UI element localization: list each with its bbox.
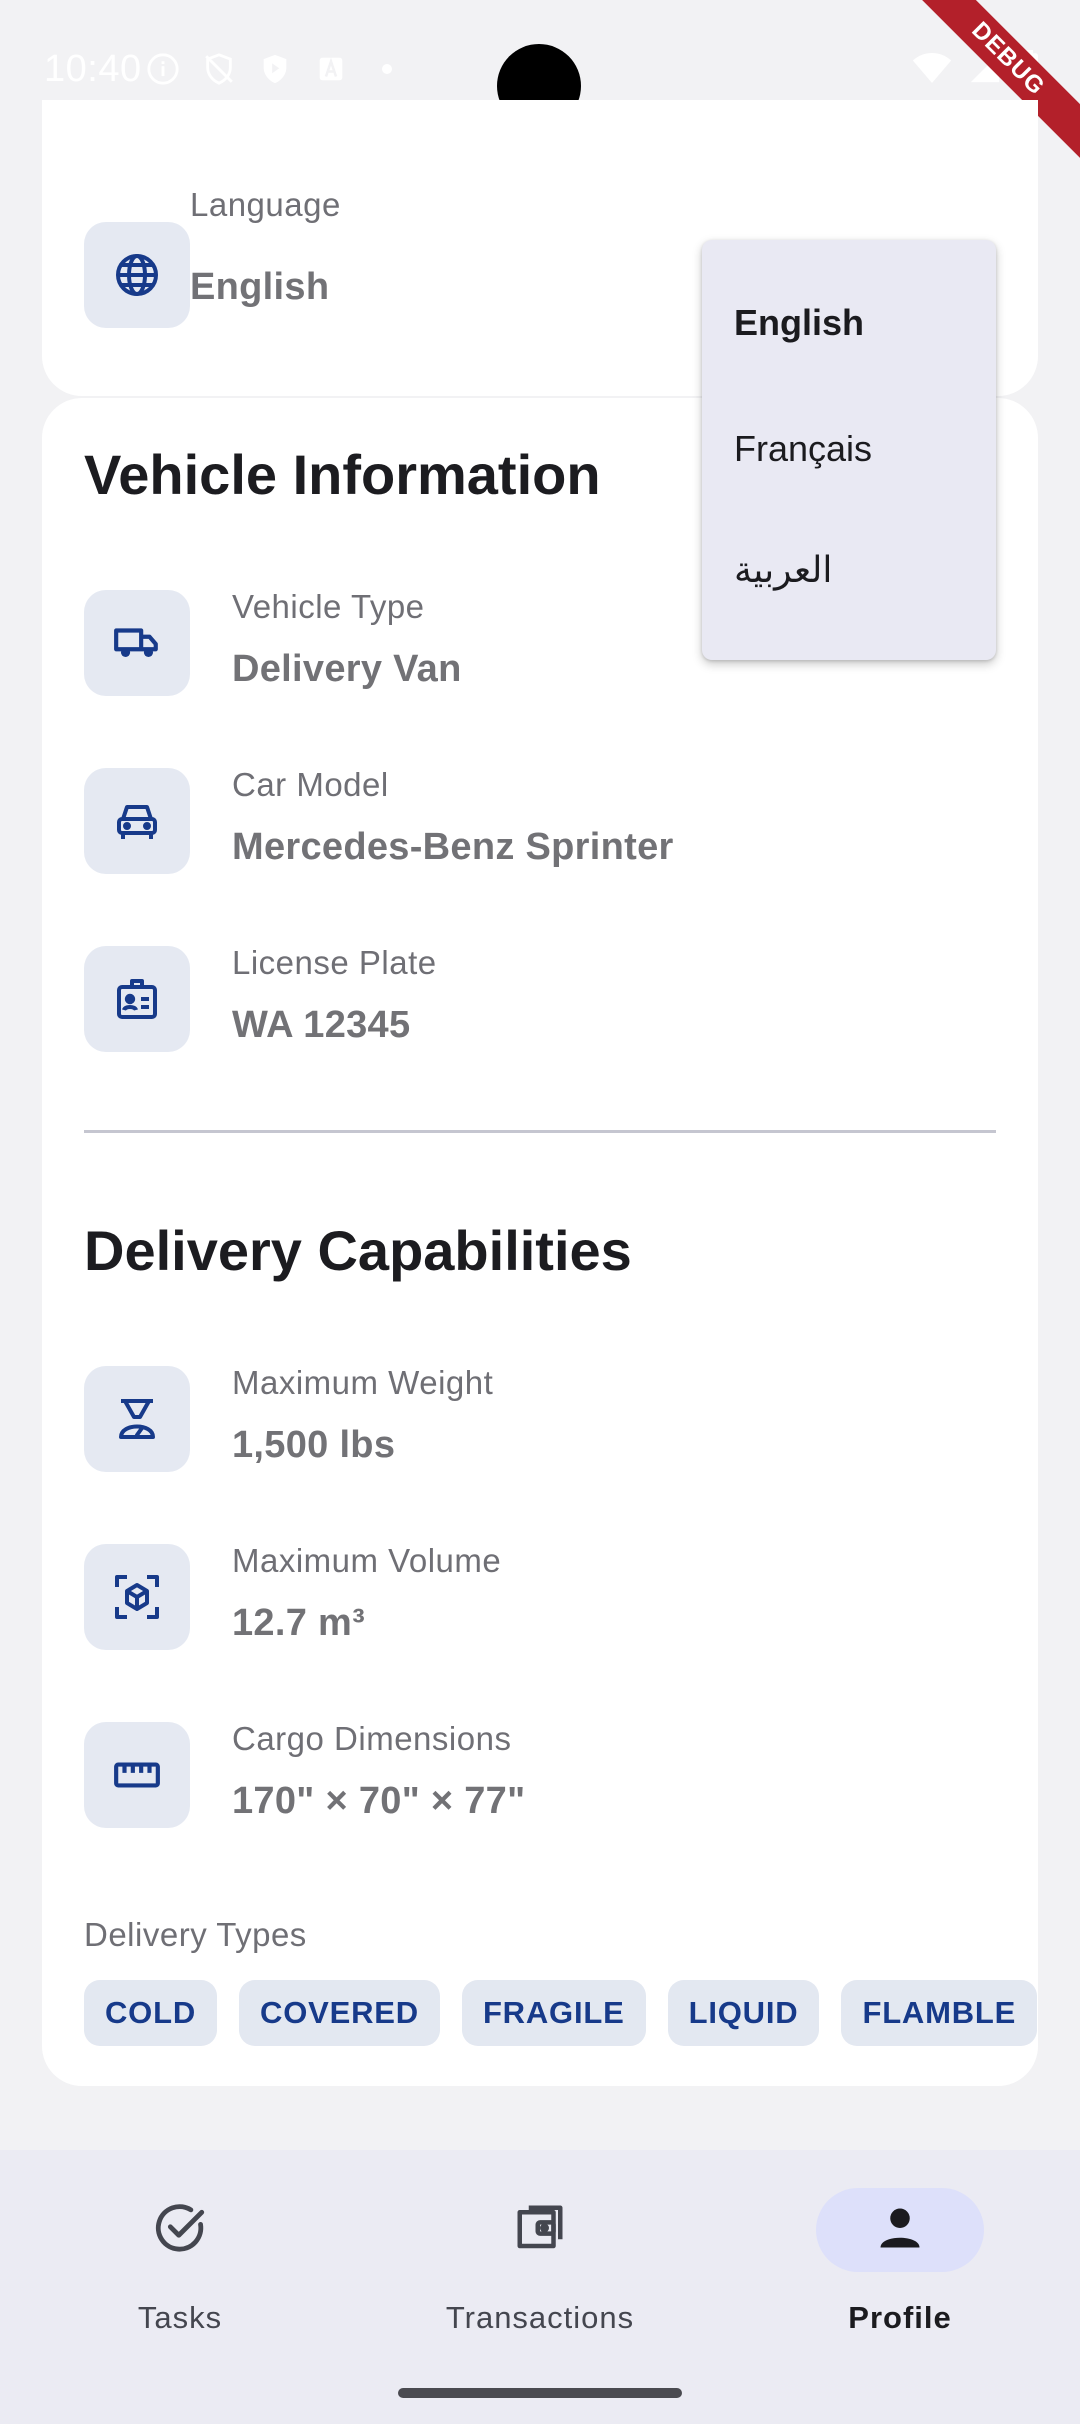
vehicle-section-title: Vehicle Information [84,443,601,506]
language-label: Language [190,186,341,223]
max-volume-row: Maximum Volume 12.7 m³ [84,1542,501,1652]
max-volume-label: Maximum Volume [232,1542,502,1579]
cube-scan-icon [84,1544,190,1650]
text-a-icon [314,52,348,86]
cargo-dimensions-row: Cargo Dimensions 170" × 70" × 77" [84,1720,525,1830]
car-model-value: Mercedes-Benz Sprinter [232,826,674,868]
section-divider [84,1130,996,1133]
chip-covered: COVERED [239,1980,440,2046]
language-option-french[interactable]: Français [734,428,872,470]
home-indicator[interactable] [398,2388,682,2398]
cargo-dimensions-value: 170" × 70" × 77" [232,1780,526,1822]
nav-tasks[interactable]: Tasks [30,2150,330,2350]
check-circle-icon [151,2199,209,2262]
license-plate-value: WA 12345 [232,1004,411,1046]
play-protect-icon [258,52,292,86]
truck-icon [84,590,190,696]
language-option-arabic[interactable]: العربية [734,550,832,591]
license-plate-row: License Plate WA 12345 [84,944,436,1054]
bottom-navigation: Tasks Transactions Profile [0,2150,1080,2424]
language-option-english[interactable]: English [734,302,864,344]
max-weight-row: Maximum Weight 1,500 lbs [84,1364,493,1474]
capabilities-section-title: Delivery Capabilities [84,1219,632,1282]
car-model-label: Car Model [232,766,389,803]
nav-profile[interactable]: Profile [750,2150,1050,2350]
car-model-row: Car Model Mercedes-Benz Sprinter [84,766,673,876]
info-icon [146,52,180,86]
chip-liquid: LIQUID [667,1980,820,2046]
max-weight-value: 1,500 lbs [232,1424,396,1466]
nav-transactions-label: Transactions [445,2300,635,2335]
shield-off-icon [202,52,236,86]
scale-icon [84,1366,190,1472]
language-dropdown-menu: English Français العربية [702,240,996,660]
license-plate-label: License Plate [232,944,437,981]
wallet-icon [513,2201,567,2260]
car-icon [84,768,190,874]
chip-flamble: FLAMBLE [841,1980,1038,2046]
vehicle-type-row: Vehicle Type Delivery Van [84,588,461,698]
delivery-types-chips: COLD COVERED FRAGILE LIQUID FLAMBLE [84,1980,1038,2046]
delivery-types-label: Delivery Types [84,1916,307,1953]
nav-transactions[interactable]: Transactions [390,2150,690,2350]
max-volume-value: 12.7 m³ [232,1602,366,1644]
chip-cold: COLD [84,1980,218,2046]
id-card-icon [84,946,190,1052]
max-weight-label: Maximum Weight [232,1364,494,1401]
chip-fragile: FRAGILE [461,1980,646,2046]
ruler-icon [84,1722,190,1828]
status-time: 10:40 [44,48,142,90]
globe-icon [84,222,190,328]
nav-profile-label: Profile [848,2300,952,2335]
language-row[interactable] [84,220,190,330]
person-icon [874,2202,926,2259]
cargo-dimensions-label: Cargo Dimensions [232,1720,512,1757]
dot-icon [370,52,404,86]
nav-tasks-label: Tasks [137,2300,223,2335]
